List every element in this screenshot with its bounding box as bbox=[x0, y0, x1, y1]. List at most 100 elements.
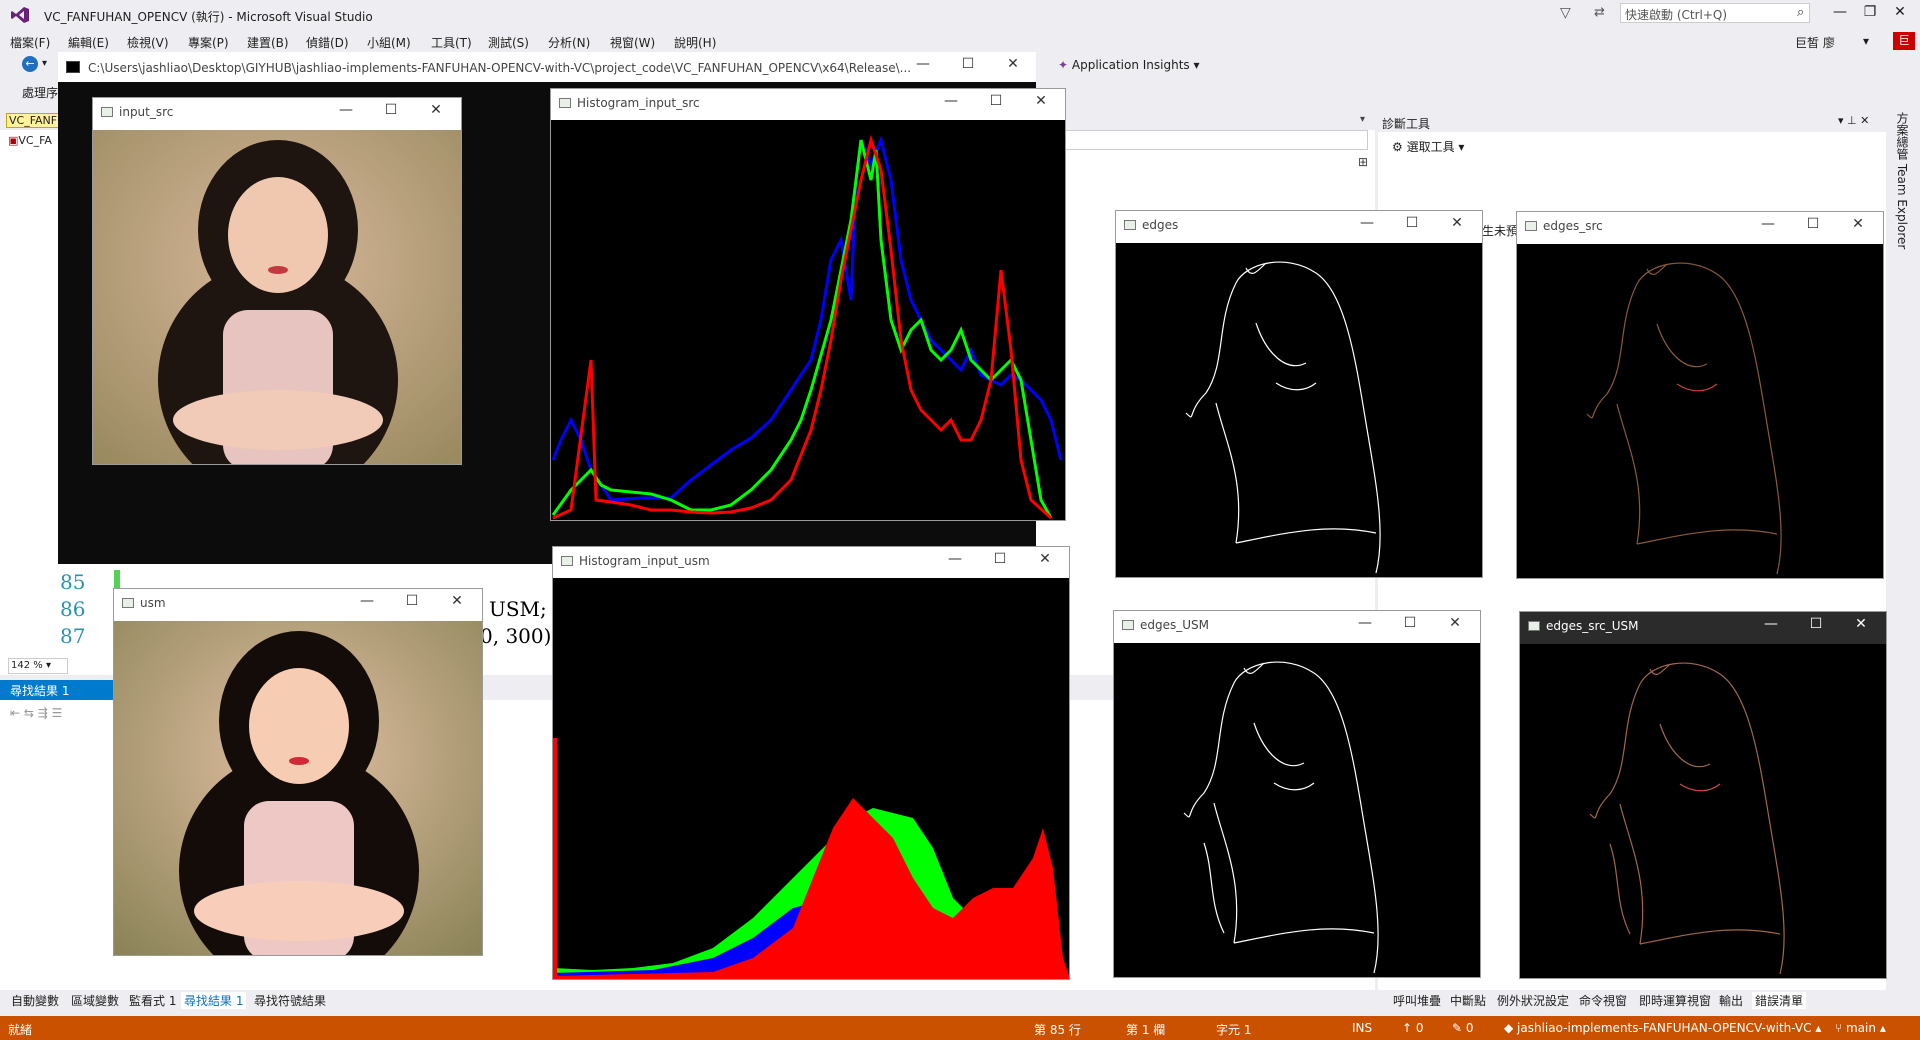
maximize-button[interactable]: ☐ bbox=[985, 551, 1015, 567]
minimize-button[interactable]: — bbox=[352, 593, 382, 609]
close-button[interactable]: ✕ bbox=[1026, 93, 1056, 109]
close-button[interactable]: ✕ bbox=[1880, 4, 1920, 20]
tab-exception-settings[interactable]: 例外狀況設定 bbox=[1494, 992, 1572, 1009]
document-tab[interactable]: VC_FANF bbox=[6, 113, 61, 128]
code-line-87[interactable]: 0, 300) bbox=[480, 624, 551, 648]
tab-immediate-window[interactable]: 即時運算視窗 bbox=[1636, 992, 1714, 1009]
quick-launch-input[interactable]: 快速啟動 (Ctrl+Q) bbox=[1620, 3, 1810, 23]
cv-window-histogram-input-usm[interactable]: Histogram_input_usm — ☐ ✕ bbox=[552, 546, 1070, 980]
maximize-button[interactable]: ☐ bbox=[1798, 216, 1828, 232]
maximize-button[interactable]: ☐ bbox=[376, 102, 406, 118]
menu-edit[interactable]: 編輯(E) bbox=[68, 34, 109, 51]
histogram-red-channel bbox=[553, 798, 1069, 979]
minimize-button[interactable]: — bbox=[936, 93, 966, 109]
cv-window-title: edges_src_USM bbox=[1546, 619, 1639, 633]
maximize-button[interactable]: ☐ bbox=[397, 593, 427, 609]
tab-find-results[interactable]: 尋找結果 1 bbox=[181, 992, 247, 1009]
find-toolbar-icons[interactable]: ⇤ ⇆ ⇶ ☰ bbox=[10, 706, 62, 720]
tab-output[interactable]: 輸出 bbox=[1716, 992, 1746, 1009]
feedback-icon[interactable]: ⇄ bbox=[1594, 5, 1605, 20]
code-line-86[interactable]: USM; bbox=[489, 597, 547, 621]
member-dropdown[interactable] bbox=[1060, 130, 1368, 150]
minimize-button[interactable]: — bbox=[331, 102, 361, 118]
menu-tools[interactable]: 工具(T) bbox=[431, 34, 472, 51]
minimize-button[interactable]: — bbox=[940, 551, 970, 567]
menu-help[interactable]: 說明(H) bbox=[674, 34, 716, 51]
search-icon[interactable]: ⌕ bbox=[1797, 5, 1804, 20]
minimize-button[interactable]: — bbox=[1352, 215, 1382, 231]
menu-debug[interactable]: 偵錯(D) bbox=[306, 34, 349, 51]
application-insights-button[interactable]: ✦ Application Insights ▾ bbox=[1058, 58, 1200, 72]
tab-command-window[interactable]: 命令視窗 bbox=[1576, 992, 1630, 1009]
cv-window-title: edges bbox=[1142, 218, 1179, 232]
menu-analyze[interactable]: 分析(N) bbox=[548, 34, 590, 51]
cv-window-usm[interactable]: usm — ☐ ✕ bbox=[113, 588, 483, 956]
back-dropdown-icon[interactable]: ▾ bbox=[42, 58, 47, 69]
status-push[interactable]: ↑ 0 bbox=[1402, 1021, 1424, 1035]
pencil-icon: ✎ bbox=[1452, 1021, 1466, 1035]
edges-src-usm-image bbox=[1589, 662, 1785, 975]
close-button[interactable]: ✕ bbox=[421, 102, 451, 118]
panel-pin-icon[interactable]: ▾ ⊥ ✕ bbox=[1838, 114, 1869, 127]
cv-window-edges[interactable]: edges — ☐ ✕ bbox=[1115, 210, 1483, 578]
cv-window-histogram-input-src[interactable]: Histogram_input_src — ☐ ✕ bbox=[550, 88, 1066, 521]
window-icon bbox=[122, 598, 134, 608]
filter-icon[interactable]: ▽ bbox=[1560, 5, 1571, 21]
select-tools-dropdown[interactable]: ⚙ 選取工具 ▾ bbox=[1392, 138, 1464, 155]
status-repo[interactable]: ◆ jashliao-implements-FANFUHAN-OPENCV-wi… bbox=[1504, 1021, 1821, 1035]
cv-window-title: edges_src bbox=[1543, 219, 1603, 233]
close-button[interactable]: ✕ bbox=[1442, 215, 1472, 231]
user-dropdown-icon[interactable]: ▾ bbox=[1863, 34, 1869, 48]
window-icon bbox=[1122, 620, 1134, 630]
diagnostic-tools-title: 診斷工具 bbox=[1382, 117, 1431, 131]
portrait-image bbox=[93, 130, 461, 464]
console-minimize-button[interactable]: — bbox=[908, 56, 938, 72]
minimize-button[interactable]: — bbox=[1350, 615, 1380, 631]
cv-window-title: Histogram_input_src bbox=[577, 96, 700, 110]
status-changes[interactable]: ✎ 0 bbox=[1452, 1021, 1474, 1035]
maximize-button[interactable]: ☐ bbox=[1801, 616, 1831, 632]
split-icon[interactable]: ⊞ bbox=[1358, 155, 1368, 169]
maximize-button[interactable]: ☐ bbox=[1397, 215, 1427, 231]
close-button[interactable]: ✕ bbox=[1030, 551, 1060, 567]
menu-window[interactable]: 視窗(W) bbox=[610, 34, 655, 51]
cv-window-edges-usm[interactable]: edges_USM — ☐ ✕ bbox=[1113, 610, 1481, 978]
menu-team[interactable]: 小組(M) bbox=[367, 34, 411, 51]
tab-find-symbol-results[interactable]: 尋找符號結果 bbox=[251, 992, 329, 1009]
avatar[interactable]: 巨 bbox=[1893, 32, 1915, 50]
minimize-button[interactable]: — bbox=[1753, 216, 1783, 232]
console-maximize-button[interactable]: ☐ bbox=[953, 56, 983, 72]
minimize-button[interactable]: — bbox=[1756, 616, 1786, 632]
close-button[interactable]: ✕ bbox=[442, 593, 472, 609]
cv-window-edges-src[interactable]: edges_src — ☐ ✕ bbox=[1516, 211, 1884, 579]
menu-build[interactable]: 建置(B) bbox=[247, 34, 289, 51]
tab-locals[interactable]: 區域變數 bbox=[68, 992, 122, 1009]
status-branch[interactable]: ⑂ main ▴ bbox=[1835, 1021, 1886, 1035]
user-name[interactable]: 巨皙 廖 bbox=[1795, 34, 1835, 51]
maximize-button[interactable]: ☐ bbox=[1395, 615, 1425, 631]
gear-icon: ⚙ bbox=[1392, 140, 1407, 154]
menu-view[interactable]: 檢視(V) bbox=[127, 34, 169, 51]
side-strip-tabs[interactable]: 方案總管 Team Explorer bbox=[1894, 112, 1911, 249]
close-button[interactable]: ✕ bbox=[1846, 616, 1876, 632]
tab-watch[interactable]: 監看式 1 bbox=[126, 992, 179, 1009]
solution-dropdown[interactable]: ▣VC_FA bbox=[8, 134, 52, 147]
edges-src-image bbox=[1586, 262, 1782, 575]
menu-project[interactable]: 專案(P) bbox=[188, 34, 229, 51]
menu-test[interactable]: 測試(S) bbox=[488, 34, 529, 51]
repo-icon: ◆ bbox=[1504, 1021, 1518, 1035]
tab-autos[interactable]: 自動變數 bbox=[8, 992, 62, 1009]
menu-file[interactable]: 檔案(F) bbox=[10, 34, 50, 51]
console-close-button[interactable]: ✕ bbox=[998, 56, 1028, 72]
close-button[interactable]: ✕ bbox=[1843, 216, 1873, 232]
tab-breakpoints[interactable]: 中斷點 bbox=[1447, 992, 1489, 1009]
tab-error-list[interactable]: 錯誤清單 bbox=[1752, 992, 1807, 1009]
zoom-selector[interactable]: 142 % ▾ bbox=[8, 658, 68, 674]
cv-window-edges-src-usm[interactable]: edges_src_USM — ☐ ✕ bbox=[1519, 611, 1887, 979]
back-icon[interactable]: ← bbox=[22, 56, 38, 72]
tab-call-stack[interactable]: 呼叫堆疊 bbox=[1390, 992, 1444, 1009]
cv-window-input-src[interactable]: input_src — ☐ ✕ bbox=[92, 97, 462, 465]
editor-nav-dropdown-icon[interactable]: ▾ bbox=[1360, 114, 1365, 125]
maximize-button[interactable]: ☐ bbox=[981, 93, 1011, 109]
close-button[interactable]: ✕ bbox=[1440, 615, 1470, 631]
